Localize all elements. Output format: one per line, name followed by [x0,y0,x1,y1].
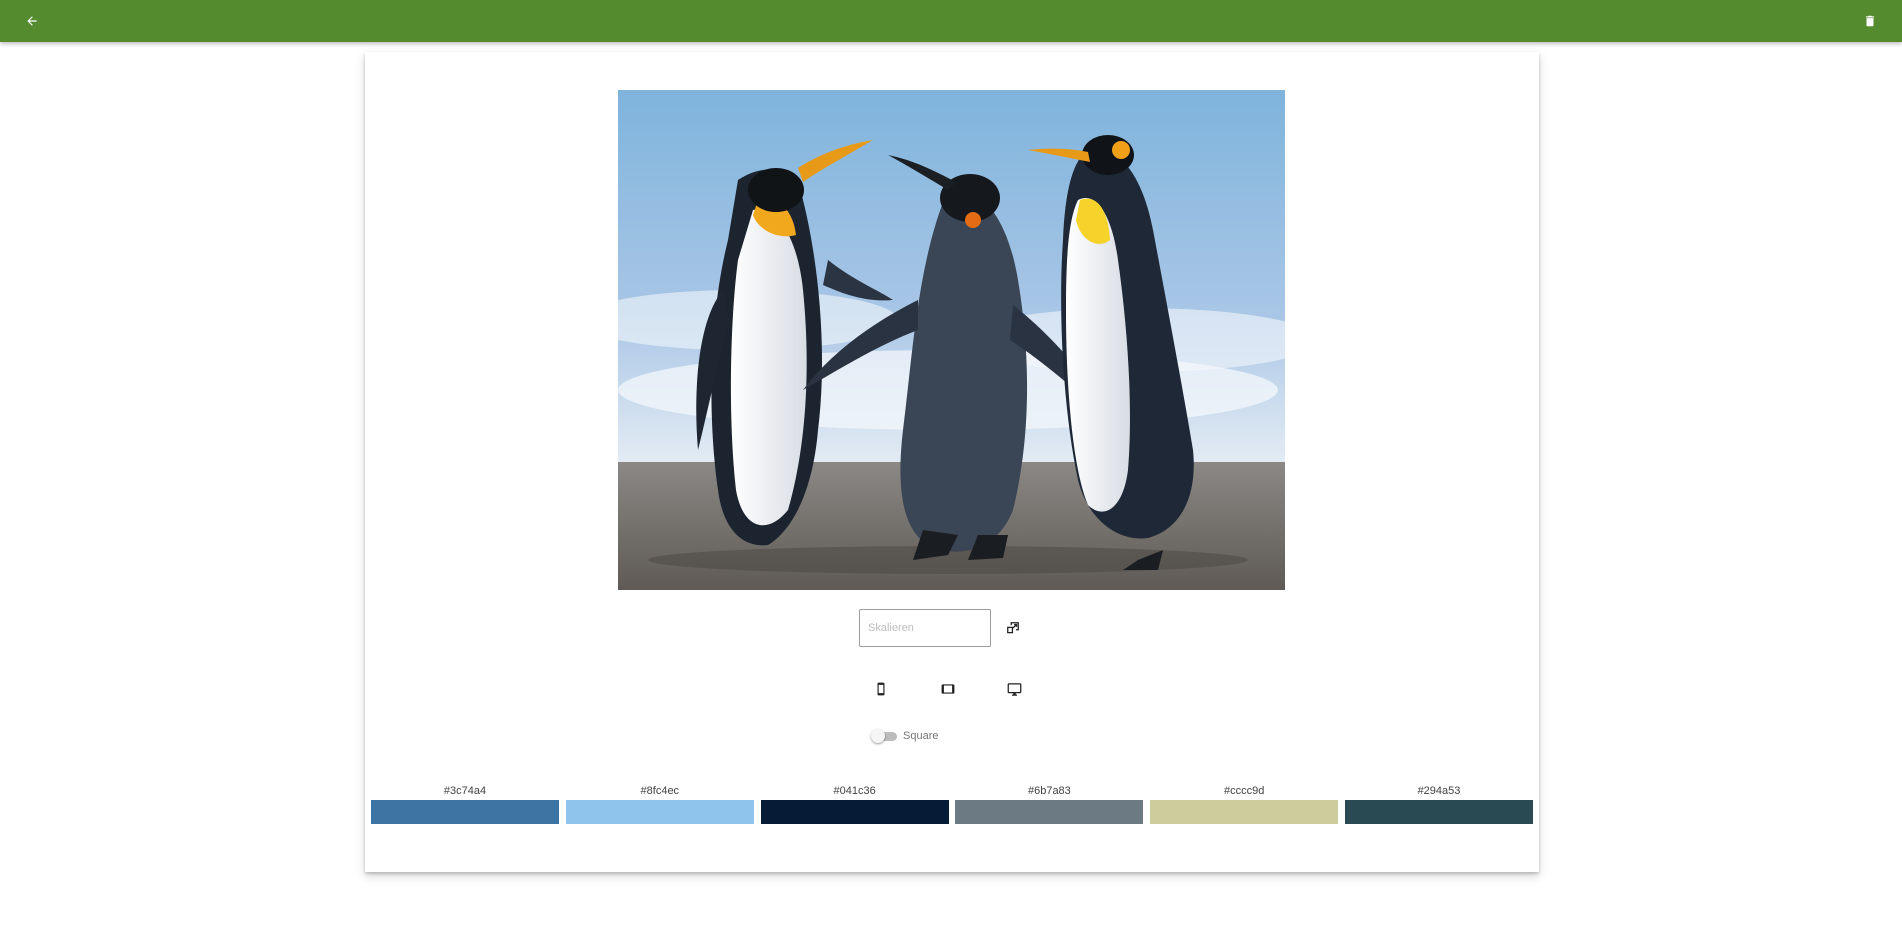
resize-icon [1007,622,1019,634]
swatch-label: #6b7a83 [1027,785,1071,797]
palette-swatch[interactable]: #041c36 [760,784,949,824]
app-toolbar [0,0,1902,42]
scale-apply-button[interactable] [1003,618,1023,638]
square-toggle-label: Square [903,730,939,742]
swatch-color [565,800,754,824]
swatch-label: #cccc9d [1224,785,1265,797]
tablet-button[interactable] [934,675,962,703]
palette-swatch[interactable]: #3c74a4 [371,784,559,824]
swatch-label: #041c36 [833,785,876,797]
arrow-left-icon [27,16,37,26]
device-selector [867,675,1039,703]
toggle-thumb [871,729,885,743]
square-toggle[interactable] [871,729,897,743]
swatch-label: #294a53 [1417,785,1461,797]
swatch-color [1344,800,1533,824]
desktop-icon [1007,682,1021,696]
image-detail-card: Square #3c74a4 #8fc4ec #041c36 #6b7a83 #… [365,52,1539,872]
color-palette: #3c74a4 #8fc4ec #041c36 #6b7a83 #cccc9d … [371,784,1533,824]
penguin-photo [618,90,1285,590]
tablet-icon [941,684,955,694]
trash-icon [1865,15,1875,27]
swatch-color [1150,800,1339,824]
palette-swatch[interactable]: #294a53 [1344,784,1533,824]
swatch-color [955,800,1144,824]
desktop-button[interactable] [1000,675,1028,703]
palette-swatch[interactable]: #cccc9d [1150,784,1339,824]
palette-swatch[interactable]: #8fc4ec [565,784,754,824]
swatch-label: #8fc4ec [640,785,680,797]
swatch-label: #3c74a4 [443,785,487,797]
back-button[interactable] [11,0,53,42]
smartphone-icon [877,682,885,696]
swatch-color [760,800,949,824]
delete-button[interactable] [1849,0,1891,42]
scale-row [859,609,1023,647]
swatch-color [371,800,559,824]
smartphone-button[interactable] [867,675,895,703]
scale-input[interactable] [859,609,991,647]
square-toggle-row: Square [871,726,938,746]
palette-swatch[interactable]: #6b7a83 [955,784,1144,824]
